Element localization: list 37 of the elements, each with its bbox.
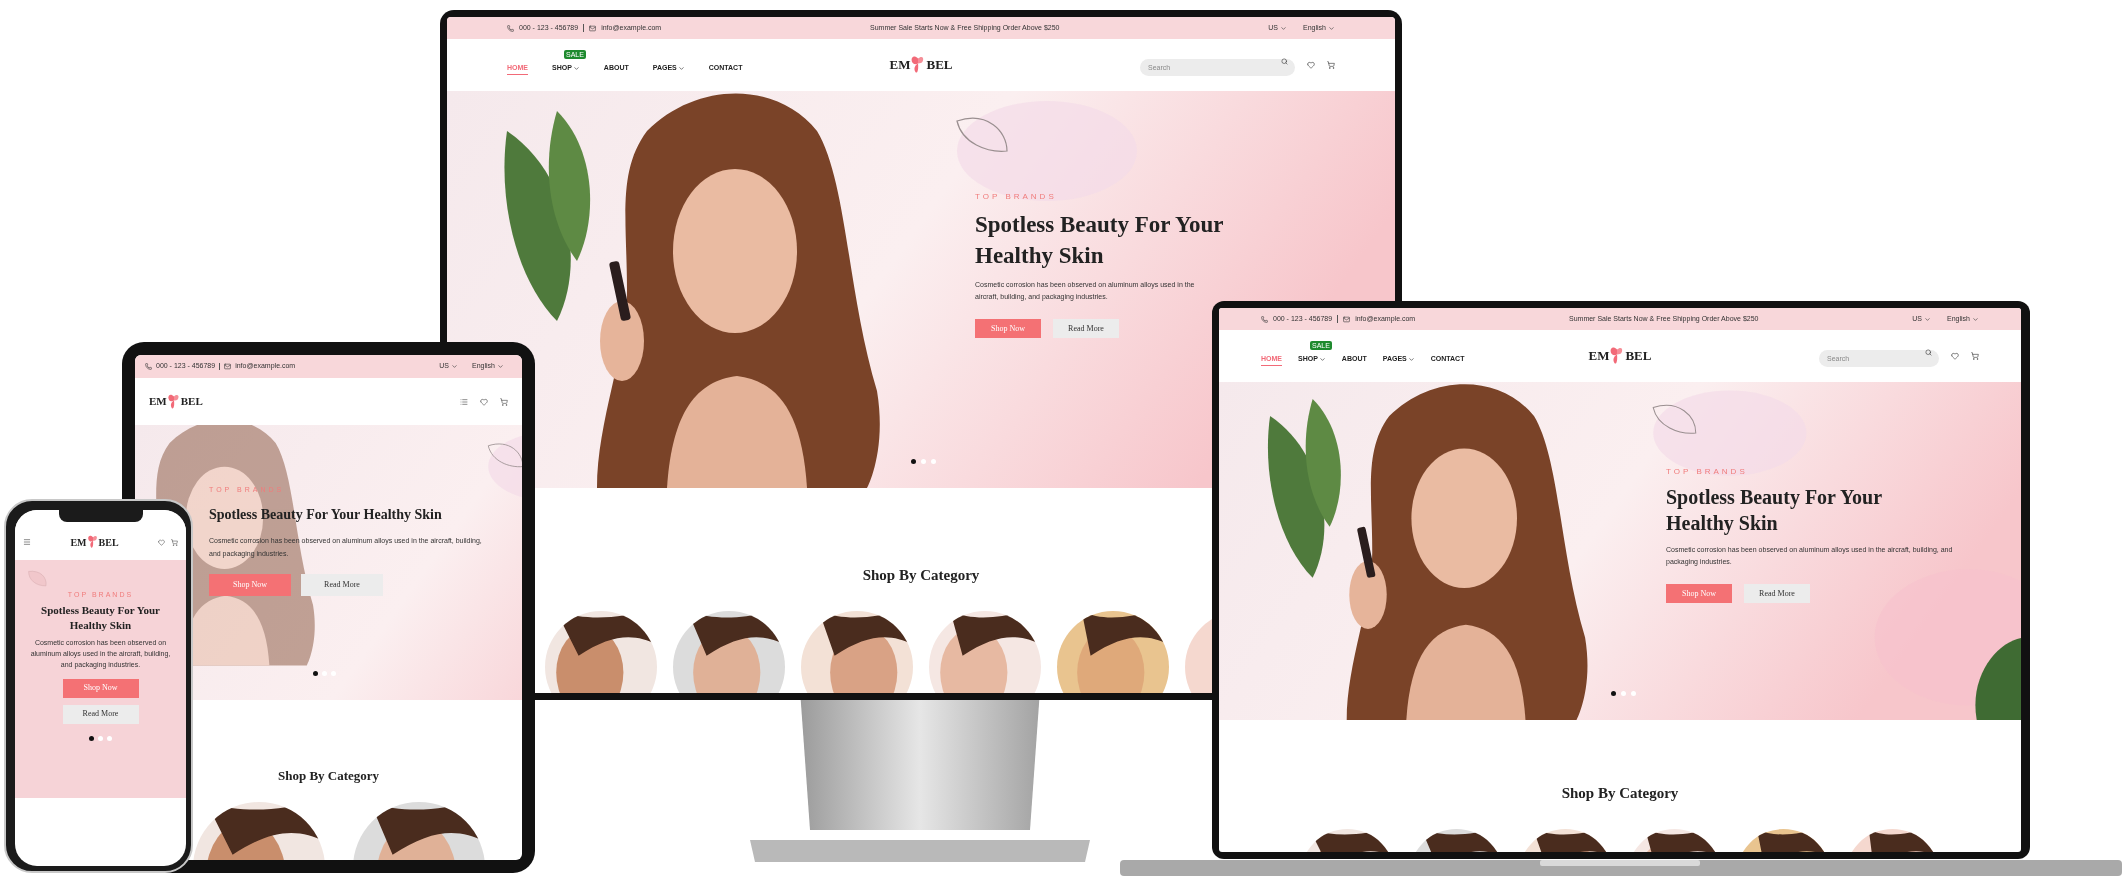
caret-icon: [1328, 24, 1335, 32]
caret-icon: [1924, 315, 1931, 323]
phone-icon: [507, 24, 514, 32]
logo-text[interactable]: BEL: [98, 534, 119, 550]
logo-text[interactable]: EM: [149, 393, 167, 410]
read-more-button[interactable]: Read More: [62, 704, 139, 724]
read-more-button[interactable]: Read More: [301, 573, 383, 596]
section-title: Shop By Category: [277, 767, 380, 785]
butterfly-logo-icon: [166, 392, 181, 411]
logo-text[interactable]: BEL: [1625, 346, 1652, 366]
search-icon[interactable]: [1281, 58, 1288, 65]
logo-text[interactable]: BEL: [180, 393, 203, 410]
caret-icon: [1280, 24, 1287, 32]
phone-icon: [145, 363, 152, 370]
caret-icon: [572, 65, 580, 72]
heart-icon[interactable]: [1951, 352, 1959, 360]
section-title: Shop By Category: [1561, 784, 1679, 803]
caret-icon: [1407, 356, 1415, 363]
logo-text[interactable]: EM: [889, 55, 911, 75]
heart-icon[interactable]: [158, 538, 165, 546]
cart-icon[interactable]: [1327, 61, 1335, 69]
search-icon[interactable]: [1925, 349, 1932, 356]
caret-icon: [1972, 315, 1979, 323]
cart-icon[interactable]: [171, 538, 178, 546]
menu-icon[interactable]: [23, 538, 31, 546]
logo-text[interactable]: EM: [1588, 346, 1610, 366]
mail-icon: [589, 24, 597, 32]
logo-text[interactable]: EM: [70, 534, 87, 550]
logo-text[interactable]: BEL: [926, 55, 953, 75]
mail-icon: [224, 363, 232, 370]
caret-icon: [677, 65, 685, 72]
cart-icon[interactable]: [1971, 352, 1979, 360]
section-title: Shop By Category: [862, 566, 980, 585]
heart-icon[interactable]: [1307, 61, 1315, 69]
leaf-drawing: [27, 570, 49, 588]
butterfly-logo-icon: [86, 534, 99, 550]
hero-heading: Spotless Beauty For Your Healthy Skin: [40, 602, 161, 633]
